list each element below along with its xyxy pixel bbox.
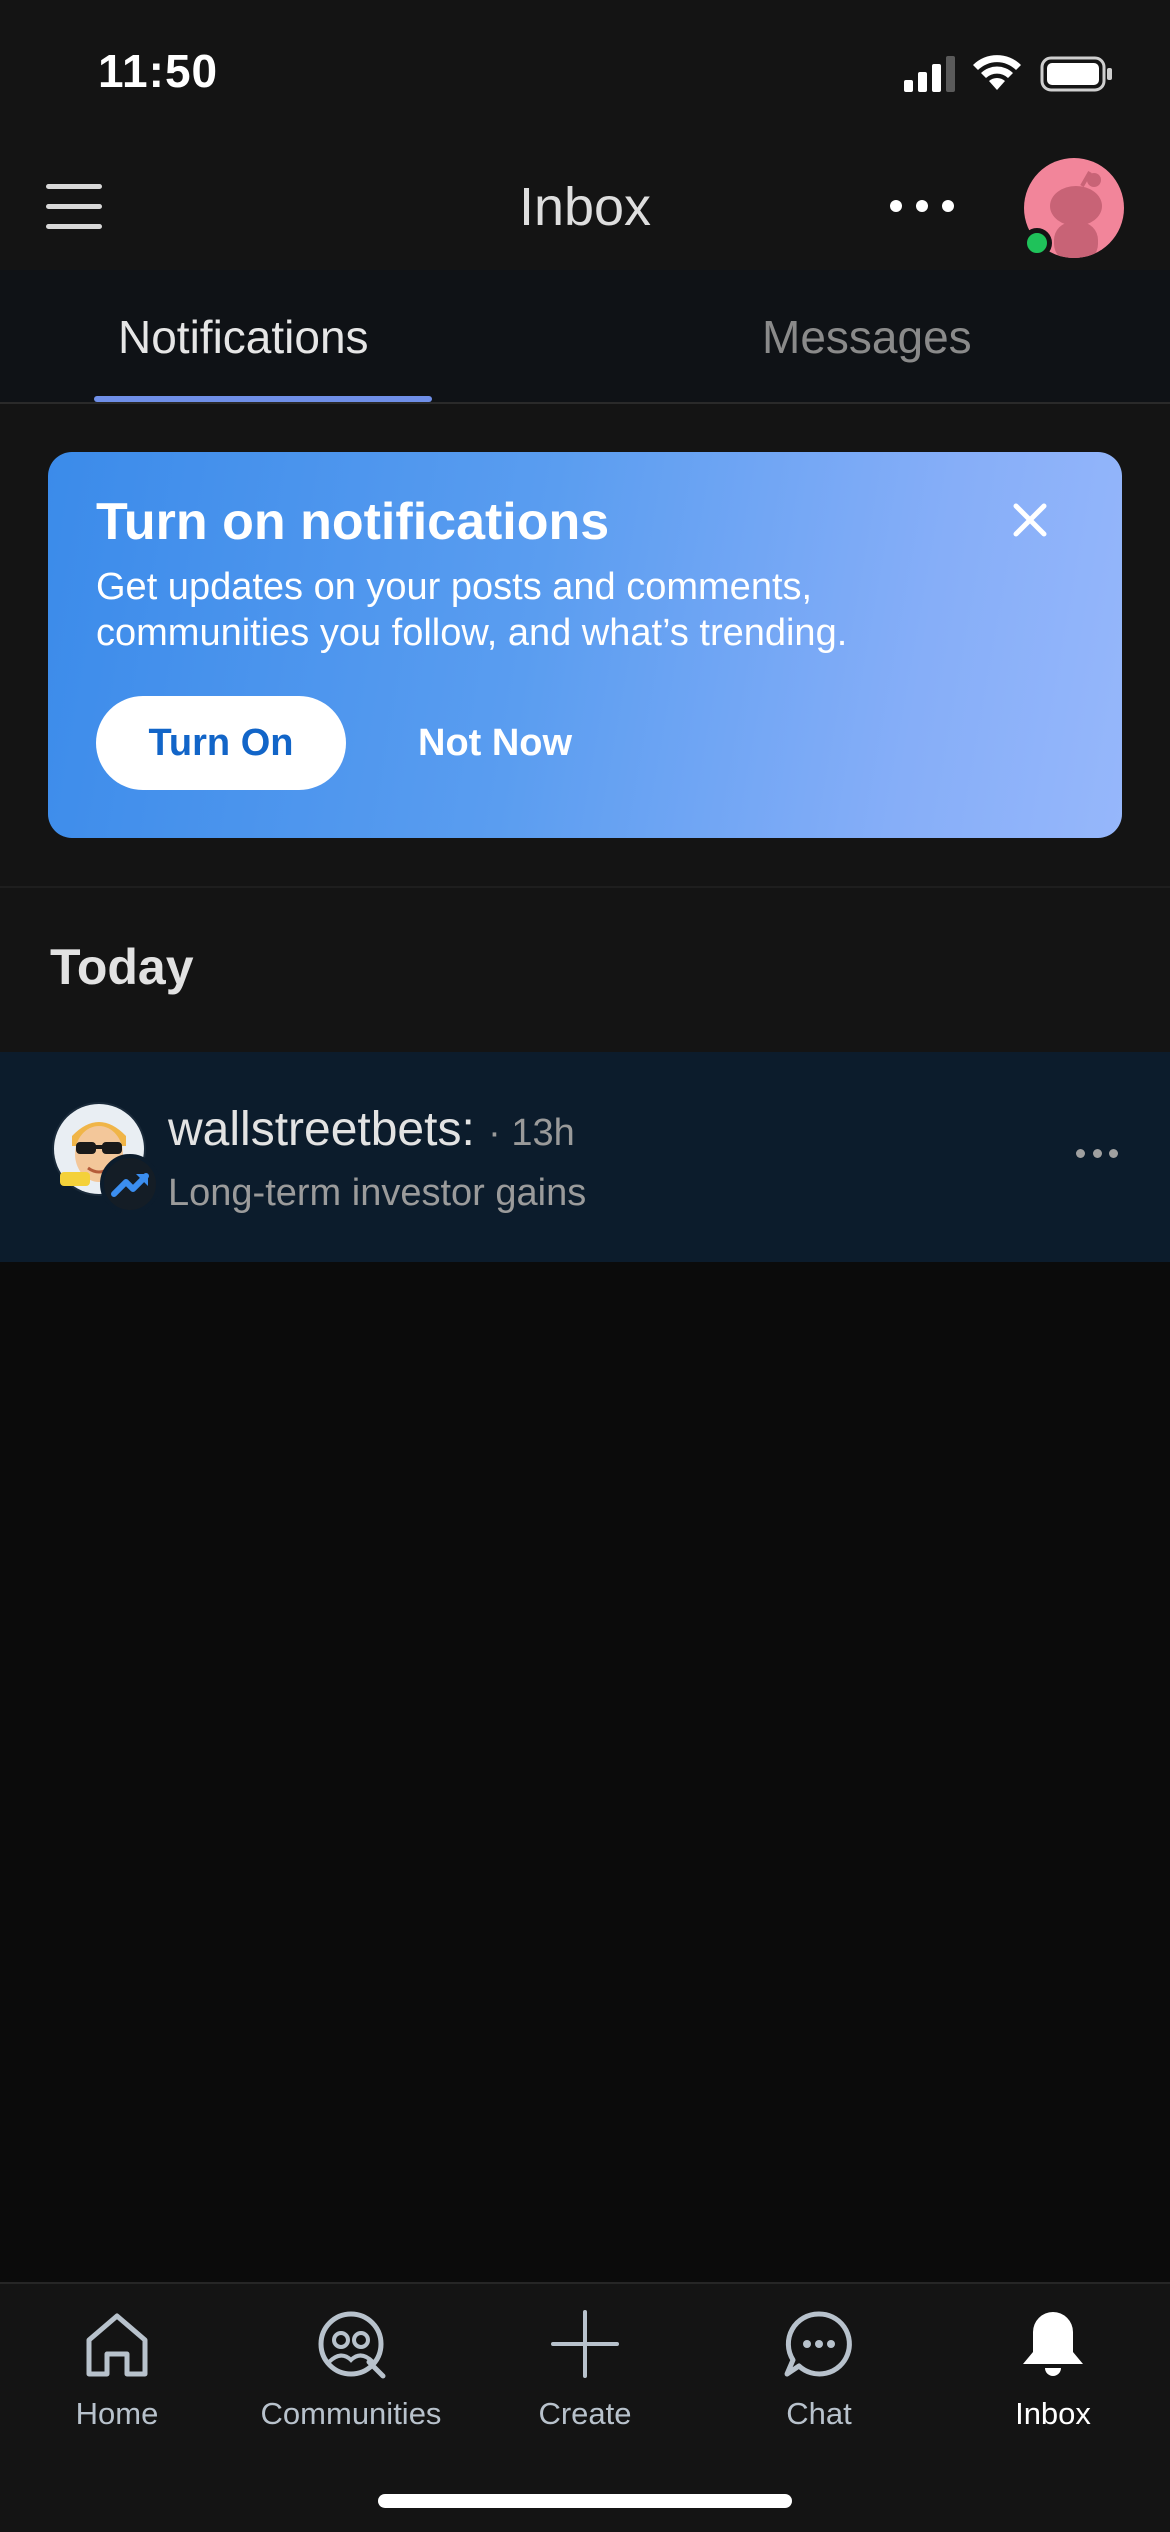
wifi-icon xyxy=(973,55,1021,90)
home-icon xyxy=(86,2313,148,2377)
communities-icon xyxy=(318,2311,386,2379)
turn-on-button[interactable]: Turn On xyxy=(96,696,346,790)
tab-notifications[interactable]: Notifications xyxy=(118,310,369,364)
trending-up-icon xyxy=(111,1173,149,1197)
chat-icon xyxy=(784,2311,852,2377)
bell-icon xyxy=(1023,2312,1083,2376)
section-label: Today xyxy=(50,939,194,995)
notification-community: wallstreetbets: xyxy=(168,1103,475,1156)
nav-communities-label: Communities xyxy=(260,2396,442,2431)
notification-more-icon[interactable] xyxy=(1076,1146,1118,1160)
inbox-tabs: Notifications Messages xyxy=(0,270,1170,404)
nav-inbox[interactable]: Inbox xyxy=(936,2304,1170,2432)
nav-create-label: Create xyxy=(538,2396,632,2431)
banner-title: Turn on notifications xyxy=(96,493,610,551)
nav-home[interactable]: Home xyxy=(0,2304,234,2432)
tab-messages[interactable]: Messages xyxy=(762,310,972,364)
nav-inbox-label: Inbox xyxy=(1015,2396,1091,2431)
notification-item[interactable]: wallstreetbets: · 13h Long-term investor… xyxy=(0,1052,1170,1262)
close-icon[interactable] xyxy=(1010,500,1050,540)
banner-section: Turn on notifications Get updates on you… xyxy=(0,404,1170,888)
notification-time: · 13h xyxy=(488,1112,575,1154)
home-indicator xyxy=(378,2494,792,2508)
nav-chat[interactable]: Chat xyxy=(702,2304,936,2432)
nav-chat-label: Chat xyxy=(786,2396,852,2431)
status-bar: 11:50 xyxy=(0,0,1170,140)
nav-create[interactable]: Create xyxy=(468,2304,702,2432)
app-header: Inbox xyxy=(0,140,1170,270)
cellular-signal-icon xyxy=(904,56,955,92)
page-title: Inbox xyxy=(518,177,652,237)
active-tab-indicator xyxy=(94,396,432,402)
banner-body: Get updates on your posts and comments, … xyxy=(96,566,848,654)
battery-icon xyxy=(1040,56,1112,92)
plus-icon xyxy=(551,2310,619,2378)
trending-badge xyxy=(100,1154,160,1214)
status-time: 11:50 xyxy=(98,45,219,97)
notification-title: wallstreetbets: · 13h xyxy=(168,1102,575,1157)
notification-subtitle: Long-term investor gains xyxy=(168,1172,587,1214)
more-options-icon[interactable] xyxy=(890,190,954,222)
nav-home-label: Home xyxy=(75,2396,159,2431)
section-header: Today xyxy=(0,888,1170,1052)
not-now-button[interactable]: Not Now xyxy=(418,696,572,790)
notifications-banner: Turn on notifications Get updates on you… xyxy=(48,452,1122,838)
nav-communities[interactable]: Communities xyxy=(234,2304,468,2432)
online-status-indicator xyxy=(1022,228,1052,258)
